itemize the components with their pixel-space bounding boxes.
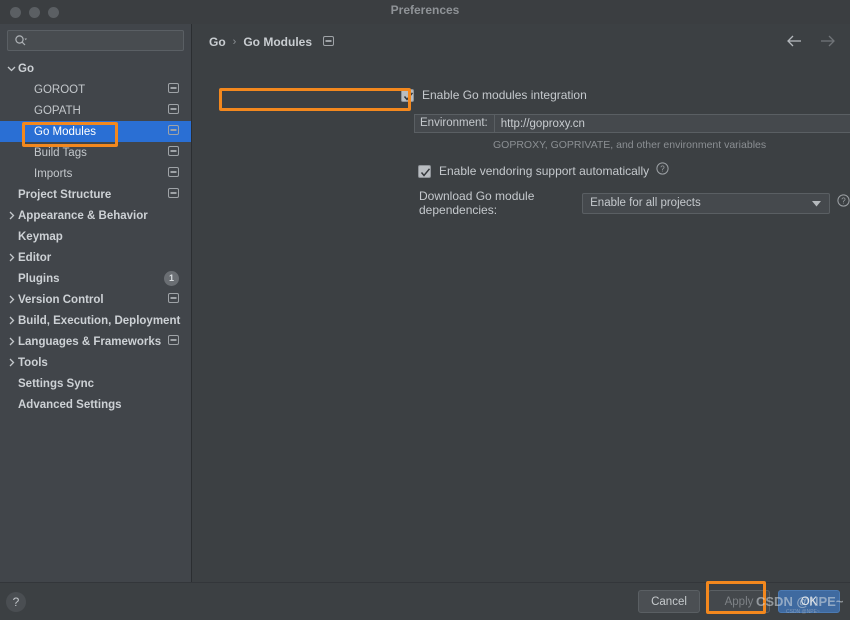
sidebar-item-languages-frameworks[interactable]: Languages & Frameworks <box>0 331 191 352</box>
sidebar-item-label: Keymap <box>18 231 191 243</box>
cancel-button[interactable]: Cancel <box>638 590 700 613</box>
project-scope-icon <box>168 167 179 180</box>
chevron-down-icon[interactable] <box>4 64 18 73</box>
download-dependencies-row: Download Go module dependencies: Enable … <box>419 189 850 217</box>
sidebar-item-label: GOPATH <box>18 105 168 117</box>
sidebar-item-gopath[interactable]: GOPATH <box>0 100 191 121</box>
sidebar-item-label: Languages & Frameworks <box>18 336 168 348</box>
sidebar-item-settings-sync[interactable]: Settings Sync <box>0 373 191 394</box>
project-scope-icon <box>168 335 179 348</box>
vendoring-checkbox-row[interactable]: Enable vendoring support automatically ? <box>418 162 669 180</box>
sidebar-item-label: Build Tags <box>18 147 168 159</box>
vendoring-label: Enable vendoring support automatically <box>439 164 649 178</box>
project-scope-icon <box>168 188 179 201</box>
vendoring-checkbox[interactable] <box>418 165 431 178</box>
vendoring-help-icon[interactable]: ? <box>656 162 669 180</box>
sidebar-item-version-control[interactable]: Version Control <box>0 289 191 310</box>
download-dependencies-dropdown[interactable]: Enable for all projects <box>582 193 830 214</box>
nav-arrows <box>786 34 836 51</box>
dialog-buttons: Cancel Apply OK <box>638 590 840 613</box>
enable-go-modules-label: Enable Go modules integration <box>422 88 587 102</box>
sidebar-item-keymap[interactable]: Keymap <box>0 226 191 247</box>
sidebar-item-label: Advanced Settings <box>18 399 191 411</box>
ok-button[interactable]: OK <box>778 590 840 613</box>
breadcrumb-parent[interactable]: Go <box>209 35 226 49</box>
svg-text:?: ? <box>841 196 846 205</box>
chevron-right-icon[interactable] <box>4 337 18 346</box>
enable-go-modules-checkbox-row[interactable]: Enable Go modules integration <box>401 88 587 102</box>
sidebar-item-label: Go Modules <box>18 126 168 138</box>
environment-field-row[interactable]: Environment: <box>414 114 850 133</box>
sidebar-item-label: Imports <box>18 168 168 180</box>
download-dependencies-label: Download Go module dependencies: <box>419 189 573 217</box>
chevron-right-icon[interactable] <box>4 211 18 220</box>
chevron-right-icon[interactable] <box>4 295 18 304</box>
forward-arrow-icon[interactable] <box>819 34 836 51</box>
breadcrumb-current: Go Modules <box>243 35 312 49</box>
chevron-right-icon[interactable] <box>4 358 18 367</box>
title-bar: Preferences <box>0 0 850 24</box>
settings-sidebar: Go GOROOT GOPATH Go Modules Build Tags Import… <box>0 24 192 582</box>
sidebar-item-label: Appearance & Behavior <box>18 210 191 222</box>
sidebar-item-build-execution-deployment[interactable]: Build, Execution, Deployment <box>0 310 191 331</box>
sidebar-item-goroot[interactable]: GOROOT <box>0 79 191 100</box>
search-box[interactable] <box>7 30 184 51</box>
preferences-window: Preferences Go GOROOT GOPATH Go Modules Buil… <box>0 0 850 620</box>
help-button[interactable]: ? <box>6 592 26 612</box>
enable-go-modules-checkbox[interactable] <box>401 89 414 102</box>
sidebar-item-tools[interactable]: Tools <box>0 352 191 373</box>
sidebar-item-label: Editor <box>18 252 191 264</box>
environment-hint: GOPROXY, GOPRIVATE, and other environmen… <box>493 139 766 151</box>
sidebar-item-go[interactable]: Go <box>0 58 191 79</box>
sidebar-item-label: Tools <box>18 357 191 369</box>
sidebar-item-appearance-behavior[interactable]: Appearance & Behavior <box>0 205 191 226</box>
plugins-count-badge: 1 <box>164 271 179 286</box>
environment-label: Environment: <box>415 115 495 132</box>
settings-main-panel: Go › Go Modules <box>193 24 850 582</box>
sidebar-item-label: Settings Sync <box>18 378 191 390</box>
sidebar-item-label: GOROOT <box>18 84 168 96</box>
sidebar-item-label: Version Control <box>18 294 168 306</box>
breadcrumb: Go › Go Modules <box>209 35 334 49</box>
download-dependencies-value: Enable for all projects <box>590 197 812 209</box>
sidebar-item-label: Plugins <box>18 273 164 285</box>
breadcrumb-separator: › <box>233 36 237 48</box>
search-icon <box>14 34 28 48</box>
download-dependencies-help-icon[interactable]: ? <box>837 194 850 212</box>
svg-text:?: ? <box>660 164 665 173</box>
sidebar-item-label: Project Structure <box>18 189 168 201</box>
sidebar-item-imports[interactable]: Imports <box>0 163 191 184</box>
sidebar-item-editor[interactable]: Editor <box>0 247 191 268</box>
search-input[interactable] <box>28 35 183 47</box>
project-scope-icon <box>168 104 179 117</box>
sidebar-item-label: Go <box>18 63 191 75</box>
sidebar-item-build-tags[interactable]: Build Tags <box>0 142 191 163</box>
back-arrow-icon[interactable] <box>786 34 803 51</box>
environment-input[interactable] <box>495 118 850 130</box>
project-scope-icon <box>168 293 179 306</box>
project-scope-icon <box>168 146 179 159</box>
project-scope-icon <box>168 125 179 138</box>
sidebar-item-plugins[interactable]: Plugins1 <box>0 268 191 289</box>
sidebar-item-label: Build, Execution, Deployment <box>18 315 191 327</box>
project-scope-icon <box>323 35 334 49</box>
chevron-down-icon[interactable] <box>812 194 821 212</box>
sidebar-item-advanced-settings[interactable]: Advanced Settings <box>0 394 191 415</box>
dialog-footer: ? Cancel Apply OK <box>0 582 850 620</box>
window-title: Preferences <box>0 3 850 17</box>
search-wrapper <box>0 24 191 51</box>
project-scope-icon <box>168 83 179 96</box>
chevron-right-icon[interactable] <box>4 316 18 325</box>
settings-tree: Go GOROOT GOPATH Go Modules Build Tags Import… <box>0 58 191 415</box>
sidebar-item-go-modules[interactable]: Go Modules <box>0 121 191 142</box>
apply-button[interactable]: Apply <box>708 590 770 613</box>
sidebar-item-project-structure[interactable]: Project Structure <box>0 184 191 205</box>
chevron-right-icon[interactable] <box>4 253 18 262</box>
